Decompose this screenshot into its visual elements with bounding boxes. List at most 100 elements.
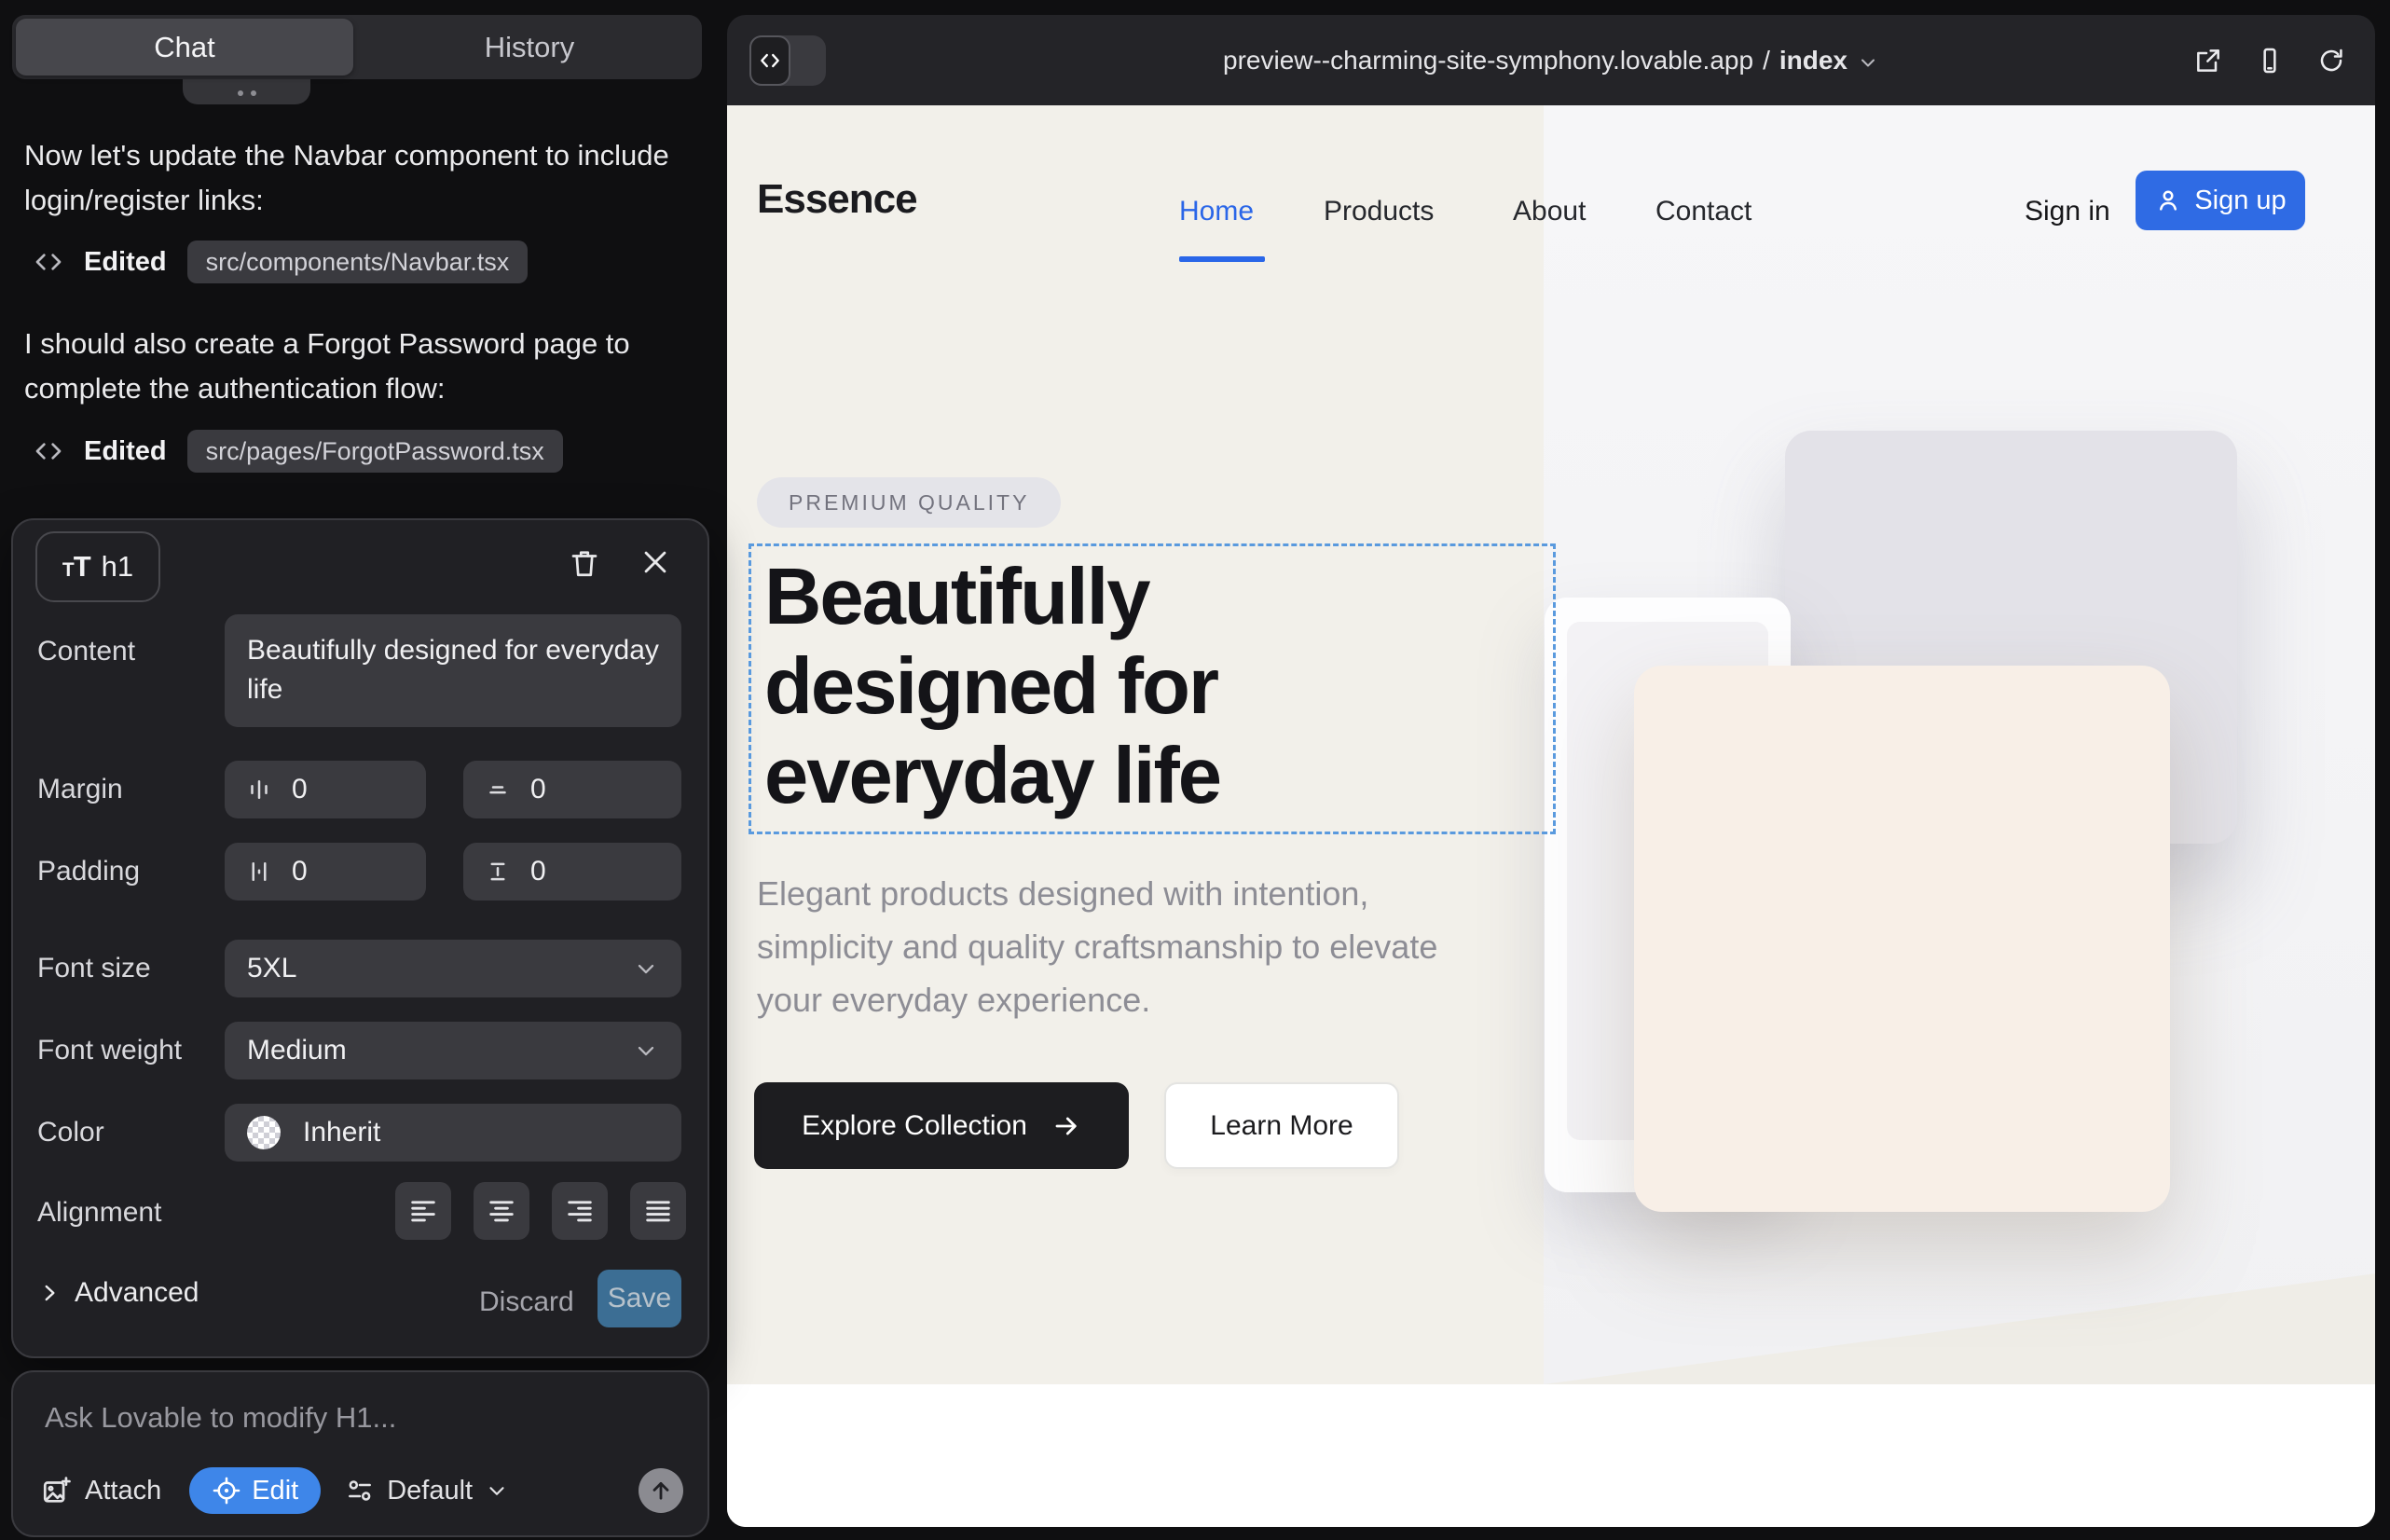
close-icon[interactable] <box>639 546 675 582</box>
element-selection-outline <box>749 543 1556 834</box>
selected-element-pill[interactable]: TT h1 <box>35 531 160 602</box>
hero-paragraph: Elegant products designed with intention… <box>757 867 1512 1026</box>
external-link-icon <box>2193 46 2223 76</box>
font-size-label: Font size <box>37 953 151 984</box>
align-center-button[interactable] <box>474 1182 529 1240</box>
align-center-icon <box>486 1195 517 1227</box>
edited-file-chip[interactable]: src/pages/ForgotPassword.tsx <box>187 430 563 473</box>
code-icon <box>34 436 63 466</box>
lovable-app-window: Chat History Now let's update the Navbar… <box>0 0 2390 1540</box>
color-select[interactable]: Inherit <box>225 1104 681 1162</box>
sliders-icon <box>345 1476 375 1506</box>
preview-toolbar: preview--charming-site-symphony.lovable.… <box>727 15 2375 105</box>
font-weight-label: Font weight <box>37 1035 182 1066</box>
chevron-down-icon <box>633 1038 659 1064</box>
path-separator: / <box>1763 46 1770 76</box>
site-logo[interactable]: Essence <box>757 176 917 223</box>
code-icon <box>34 247 63 277</box>
margin-x-icon <box>245 776 273 804</box>
preview-url-bar[interactable]: preview--charming-site-symphony.lovable.… <box>727 15 2375 105</box>
element-tag: h1 <box>102 550 133 584</box>
nav-link-home[interactable]: Home <box>1179 196 1254 227</box>
padding-x-input[interactable]: 0 <box>225 843 426 901</box>
product-card-cream <box>1634 666 2170 1212</box>
align-right-icon <box>564 1195 596 1227</box>
nav-link-products[interactable]: Products <box>1324 196 1434 227</box>
padding-x-icon <box>245 858 273 886</box>
send-button[interactable] <box>639 1468 683 1513</box>
learn-more-button[interactable]: Learn More <box>1164 1082 1399 1169</box>
nav-link-about[interactable]: About <box>1513 196 1586 227</box>
attach-button[interactable]: Attach <box>41 1475 161 1506</box>
align-justify-button[interactable] <box>630 1182 686 1240</box>
crosshair-icon <box>212 1476 241 1506</box>
mobile-icon <box>2255 46 2285 76</box>
trash-icon[interactable] <box>568 546 603 582</box>
padding-y-input[interactable]: 0 <box>463 843 681 901</box>
element-editor-panel: TT h1 Content Beautifully designed for e… <box>11 518 709 1358</box>
margin-y-input[interactable]: 0 <box>463 761 681 818</box>
preview-url: preview--charming-site-symphony.lovable.… <box>1223 46 1753 76</box>
align-left-button[interactable] <box>395 1182 451 1240</box>
tab-chat[interactable]: Chat <box>16 19 353 76</box>
margin-x-input[interactable]: 0 <box>225 761 426 818</box>
align-right-button[interactable] <box>552 1182 608 1240</box>
site-navbar: Essence Home Products About Contact Sign… <box>727 105 2375 296</box>
explore-collection-button[interactable]: Explore Collection <box>754 1082 1129 1169</box>
arrow-right-icon <box>1051 1111 1081 1141</box>
arrow-up-icon <box>648 1478 674 1504</box>
transparent-swatch-icon <box>247 1116 281 1149</box>
hero-cta-row: Explore Collection Learn More <box>754 1082 1399 1169</box>
refresh-icon <box>2316 46 2346 76</box>
discard-button[interactable]: Discard <box>479 1277 574 1327</box>
advanced-toggle[interactable]: Advanced <box>37 1277 199 1309</box>
mobile-view-button[interactable] <box>2254 45 2286 76</box>
prompt-input[interactable]: Ask Lovable to modify H1... <box>45 1401 396 1435</box>
content-label: Content <box>37 636 135 667</box>
open-external-button[interactable] <box>2192 45 2224 76</box>
edited-label: Edited <box>84 436 167 467</box>
composer-toolbar: Attach Edit Default <box>41 1466 683 1515</box>
align-justify-icon <box>642 1195 674 1227</box>
chat-message: I should also create a Forgot Password p… <box>24 322 677 411</box>
color-label: Color <box>37 1117 104 1148</box>
default-mode-button[interactable]: Default <box>345 1476 509 1506</box>
chevron-right-icon <box>37 1281 62 1305</box>
nav-link-contact[interactable]: Contact <box>1655 196 1751 227</box>
content-input[interactable]: Beautifully designed for everyday life <box>225 614 681 727</box>
margin-y-icon <box>484 776 512 804</box>
text-size-icon: TT <box>62 550 90 584</box>
font-size-select[interactable]: 5XL <box>225 940 681 997</box>
edited-file-row: Edited src/pages/ForgotPassword.tsx <box>34 430 563 473</box>
edited-label: Edited <box>84 247 167 278</box>
alignment-label: Alignment <box>37 1197 161 1229</box>
tab-history[interactable]: History <box>361 19 698 76</box>
site-viewport: Essence Home Products About Contact Sign… <box>727 105 2375 1527</box>
section-below-hero <box>727 1384 2375 1527</box>
chat-message: Now let's update the Navbar component to… <box>24 133 677 223</box>
attach-image-icon <box>41 1475 73 1506</box>
margin-label: Margin <box>37 774 123 805</box>
sign-up-button[interactable]: Sign up <box>2136 171 2305 230</box>
sign-in-link[interactable]: Sign in <box>2025 196 2110 227</box>
user-icon <box>2154 186 2182 214</box>
edited-file-chip[interactable]: src/components/Navbar.tsx <box>187 241 529 283</box>
refresh-button[interactable] <box>2315 45 2347 76</box>
edit-mode-button[interactable]: Edit <box>189 1467 321 1514</box>
active-link-underline <box>1179 256 1265 262</box>
chevron-down-icon <box>485 1478 509 1503</box>
prompt-composer: Ask Lovable to modify H1... Attach Edit … <box>11 1370 709 1537</box>
alignment-buttons <box>395 1182 686 1240</box>
chevron-down-icon <box>1857 51 1879 74</box>
padding-y-icon <box>484 858 512 886</box>
save-button[interactable]: Save <box>598 1270 681 1327</box>
chevron-down-icon <box>633 956 659 982</box>
premium-quality-badge: PREMIUM QUALITY <box>757 477 1061 528</box>
page-name: index <box>1779 46 1847 76</box>
padding-label: Padding <box>37 856 140 887</box>
font-weight-select[interactable]: Medium <box>225 1022 681 1079</box>
chat-history-tabs: Chat History <box>12 15 702 79</box>
align-left-icon <box>407 1195 439 1227</box>
edited-file-row: Edited src/components/Navbar.tsx <box>34 241 528 283</box>
preview-frame: preview--charming-site-symphony.lovable.… <box>727 15 2375 1527</box>
